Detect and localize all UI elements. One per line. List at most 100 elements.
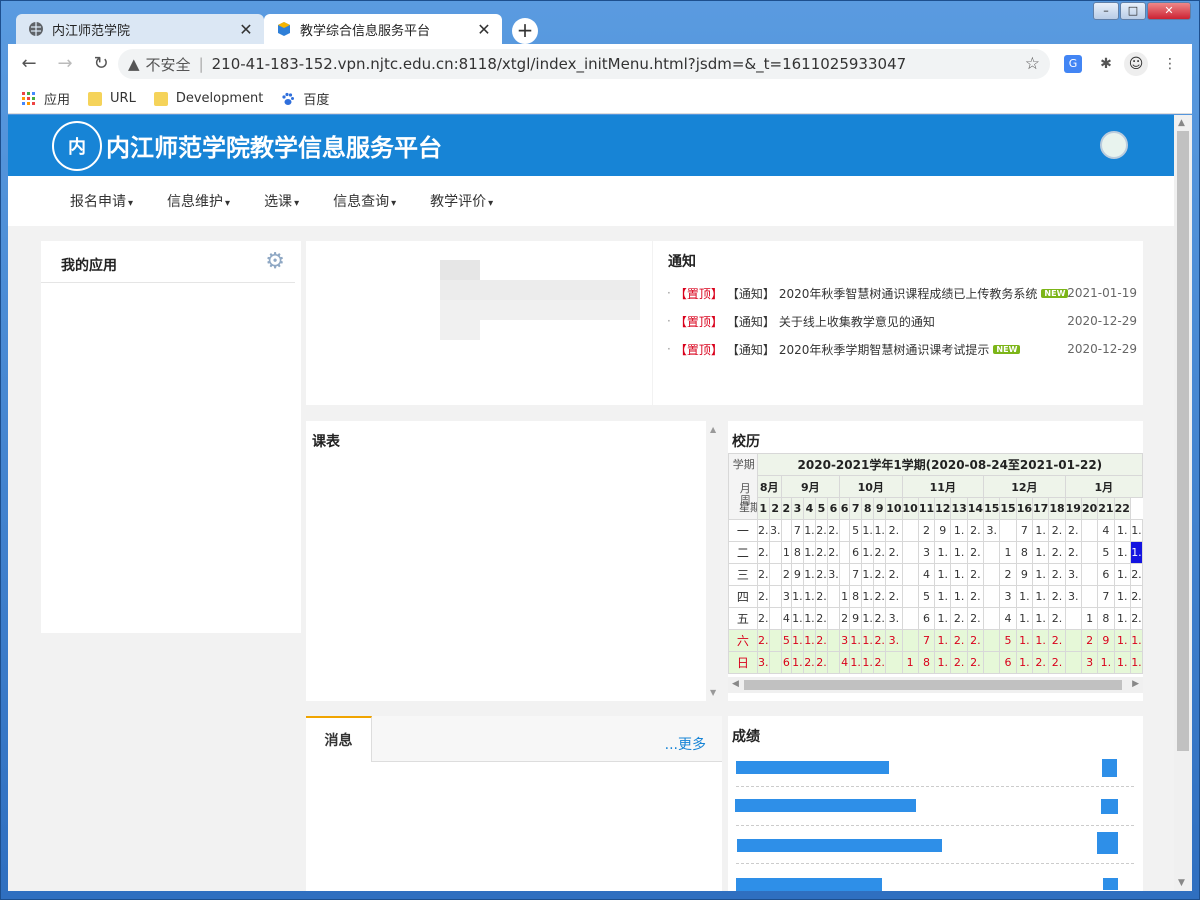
date-cell[interactable]: 5 (780, 629, 792, 652)
date-cell[interactable]: 2 (917, 519, 936, 542)
date-cell[interactable]: 1. (849, 651, 863, 674)
date-cell[interactable]: 1 (780, 541, 792, 564)
date-cell[interactable]: 1. (802, 585, 816, 608)
date-cell[interactable] (901, 585, 919, 608)
date-cell[interactable]: 8 (790, 541, 804, 564)
address-bar[interactable]: ▲ 不安全 | 210-41-183-152.vpn.njtc.edu.cn:8… (118, 49, 1050, 79)
date-cell[interactable]: 3. (983, 519, 1001, 542)
date-cell[interactable]: 7 (917, 629, 936, 652)
date-cell[interactable]: 2. (873, 629, 887, 652)
date-cell[interactable]: 1. (934, 585, 952, 608)
menu-item-info-query[interactable]: 信息查询 (333, 191, 396, 211)
date-cell[interactable]: 1. (1129, 541, 1143, 564)
date-cell[interactable]: 2. (873, 563, 887, 586)
date-cell[interactable]: 1. (802, 607, 816, 630)
date-cell[interactable]: 1. (861, 585, 875, 608)
date-cell[interactable]: 9 (1097, 629, 1115, 652)
date-cell[interactable] (768, 629, 782, 652)
date-cell[interactable] (983, 541, 1001, 564)
tab-njtc[interactable]: 内江师范学院 ✕ (16, 14, 264, 44)
date-cell[interactable]: 1. (790, 607, 804, 630)
date-cell[interactable]: 1. (1113, 563, 1131, 586)
date-cell[interactable]: 2. (873, 541, 887, 564)
date-cell[interactable]: 1. (861, 519, 875, 542)
school-logo[interactable]: 内 (52, 120, 102, 171)
date-cell[interactable]: 2. (966, 629, 985, 652)
date-cell[interactable]: 1. (1113, 651, 1131, 674)
date-cell[interactable]: 1. (1032, 519, 1050, 542)
date-cell[interactable]: 1. (934, 607, 952, 630)
date-cell[interactable]: 2. (1064, 519, 1082, 542)
date-cell[interactable]: 2. (873, 607, 887, 630)
date-cell[interactable]: 3 (999, 585, 1017, 608)
date-cell[interactable]: 1. (1129, 519, 1143, 542)
date-cell[interactable]: 1. (934, 629, 952, 652)
date-cell[interactable]: 2. (756, 519, 770, 542)
date-cell[interactable]: 2. (1129, 607, 1143, 630)
scroll-thumb[interactable] (1177, 131, 1189, 751)
menu-item-teaching-evaluation[interactable]: 教学评价 (430, 191, 493, 211)
date-cell[interactable] (826, 629, 840, 652)
date-cell[interactable]: 3 (838, 629, 851, 652)
bookmark-apps[interactable]: 应用 (22, 89, 70, 108)
date-cell[interactable]: 2. (826, 541, 840, 564)
security-label[interactable]: 不安全 (146, 54, 191, 75)
date-cell[interactable]: 1. (790, 585, 804, 608)
date-cell[interactable] (885, 651, 903, 674)
date-cell[interactable]: 6 (1097, 563, 1115, 586)
grade-row-redacted[interactable] (736, 878, 882, 891)
date-cell[interactable]: 1. (1032, 541, 1050, 564)
date-cell[interactable]: 3. (885, 607, 903, 630)
date-cell[interactable]: 2. (756, 607, 770, 630)
url-text[interactable]: 210-41-183-152.vpn.njtc.edu.cn:8118/xtgl… (212, 55, 907, 73)
notice-text[interactable]: 2020年秋季智慧树通识课程成绩已上传教务系统 (779, 285, 1038, 302)
user-avatar[interactable] (1100, 131, 1128, 159)
date-cell[interactable]: 4 (1097, 519, 1115, 542)
gear-icon[interactable]: ⚙ (265, 249, 285, 274)
bookmark-baidu[interactable]: 百度 (281, 89, 329, 108)
date-cell[interactable]: 2. (814, 651, 828, 674)
date-cell[interactable]: 3 (780, 585, 792, 608)
grade-row-redacted[interactable] (736, 761, 889, 774)
date-cell[interactable]: 2. (885, 541, 903, 564)
date-cell[interactable]: 1. (934, 541, 952, 564)
scroll-thumb[interactable] (744, 680, 1122, 690)
page-vscrollbar[interactable]: ▲ ▼ (1174, 115, 1192, 891)
grade-row-redacted[interactable] (737, 839, 942, 852)
menu-item-info-maintenance[interactable]: 信息维护 (167, 191, 230, 211)
date-cell[interactable] (901, 629, 919, 652)
date-cell[interactable]: 1. (1113, 607, 1131, 630)
date-cell[interactable]: 2. (814, 519, 828, 542)
date-cell[interactable]: 1. (934, 563, 952, 586)
puzzle-icon[interactable]: ✱ (1094, 52, 1118, 76)
date-cell[interactable] (768, 651, 782, 674)
date-cell[interactable]: 1. (950, 541, 968, 564)
date-cell[interactable]: 2. (966, 519, 985, 542)
reload-icon[interactable]: ↻ (86, 49, 116, 79)
date-cell[interactable]: 2. (1048, 651, 1066, 674)
date-cell[interactable] (1064, 651, 1082, 674)
date-cell[interactable]: 5 (1097, 541, 1115, 564)
date-cell[interactable]: 1. (1015, 651, 1034, 674)
date-cell[interactable]: 2. (1048, 563, 1066, 586)
date-cell[interactable]: 2. (756, 563, 770, 586)
date-cell[interactable]: 3. (756, 651, 770, 674)
date-cell[interactable] (768, 607, 782, 630)
date-cell[interactable]: 7 (1097, 585, 1115, 608)
forward-icon[interactable]: → (50, 49, 80, 79)
date-cell[interactable]: 7 (790, 519, 804, 542)
date-cell[interactable]: 2. (1048, 541, 1066, 564)
date-cell[interactable] (901, 607, 919, 630)
date-cell[interactable]: 1. (861, 607, 875, 630)
date-cell[interactable]: 3. (1064, 563, 1082, 586)
date-cell[interactable]: 1. (1097, 651, 1115, 674)
date-cell[interactable]: 3. (826, 563, 840, 586)
date-cell[interactable]: 1. (934, 651, 952, 674)
bookmark-url[interactable]: URL (88, 91, 136, 106)
date-cell[interactable]: 1. (1015, 585, 1034, 608)
date-cell[interactable]: 1. (849, 629, 863, 652)
notice-item[interactable]: · 【置顶】 【通知】 2020年秋季学期智慧树通识课考试提示 NEW (667, 339, 1021, 359)
timetable-scrollbar[interactable]: ▲ ▼ (708, 421, 720, 701)
translate-icon[interactable]: G (1064, 55, 1082, 73)
more-link[interactable]: ...更多 (665, 734, 706, 754)
